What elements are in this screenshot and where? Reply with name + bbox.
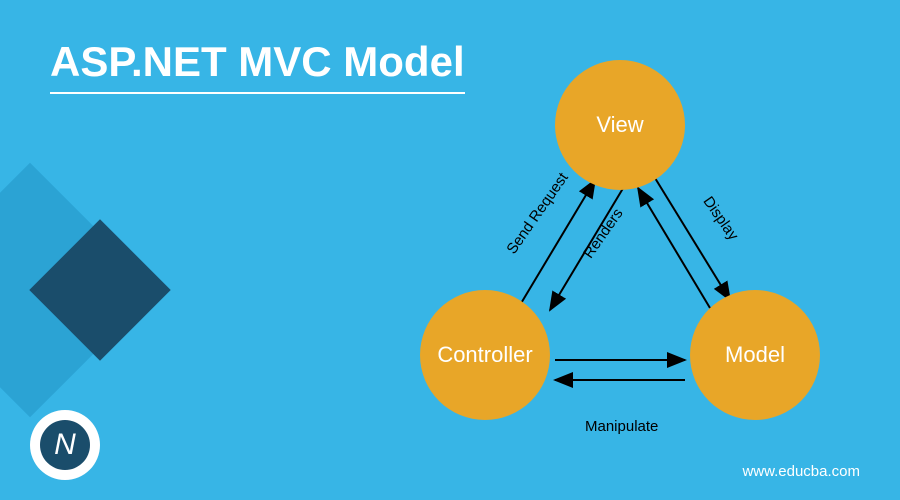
node-view-label: View (596, 112, 643, 138)
node-view: View (555, 60, 685, 190)
logo-glyph: N (54, 428, 76, 462)
node-controller-label: Controller (437, 342, 532, 368)
node-model-label: Model (725, 342, 785, 368)
website-url: www.educba.com (742, 463, 860, 480)
node-controller: Controller (420, 290, 550, 420)
edge-label-manipulate: Manipulate (585, 418, 658, 435)
page-title: ASP.NET MVC Model (50, 38, 465, 94)
logo: N (30, 410, 100, 480)
dotnet-icon: N (40, 420, 90, 470)
node-model: Model (690, 290, 820, 420)
mvc-diagram: View Controller Model Send Request Rende… (410, 60, 830, 440)
